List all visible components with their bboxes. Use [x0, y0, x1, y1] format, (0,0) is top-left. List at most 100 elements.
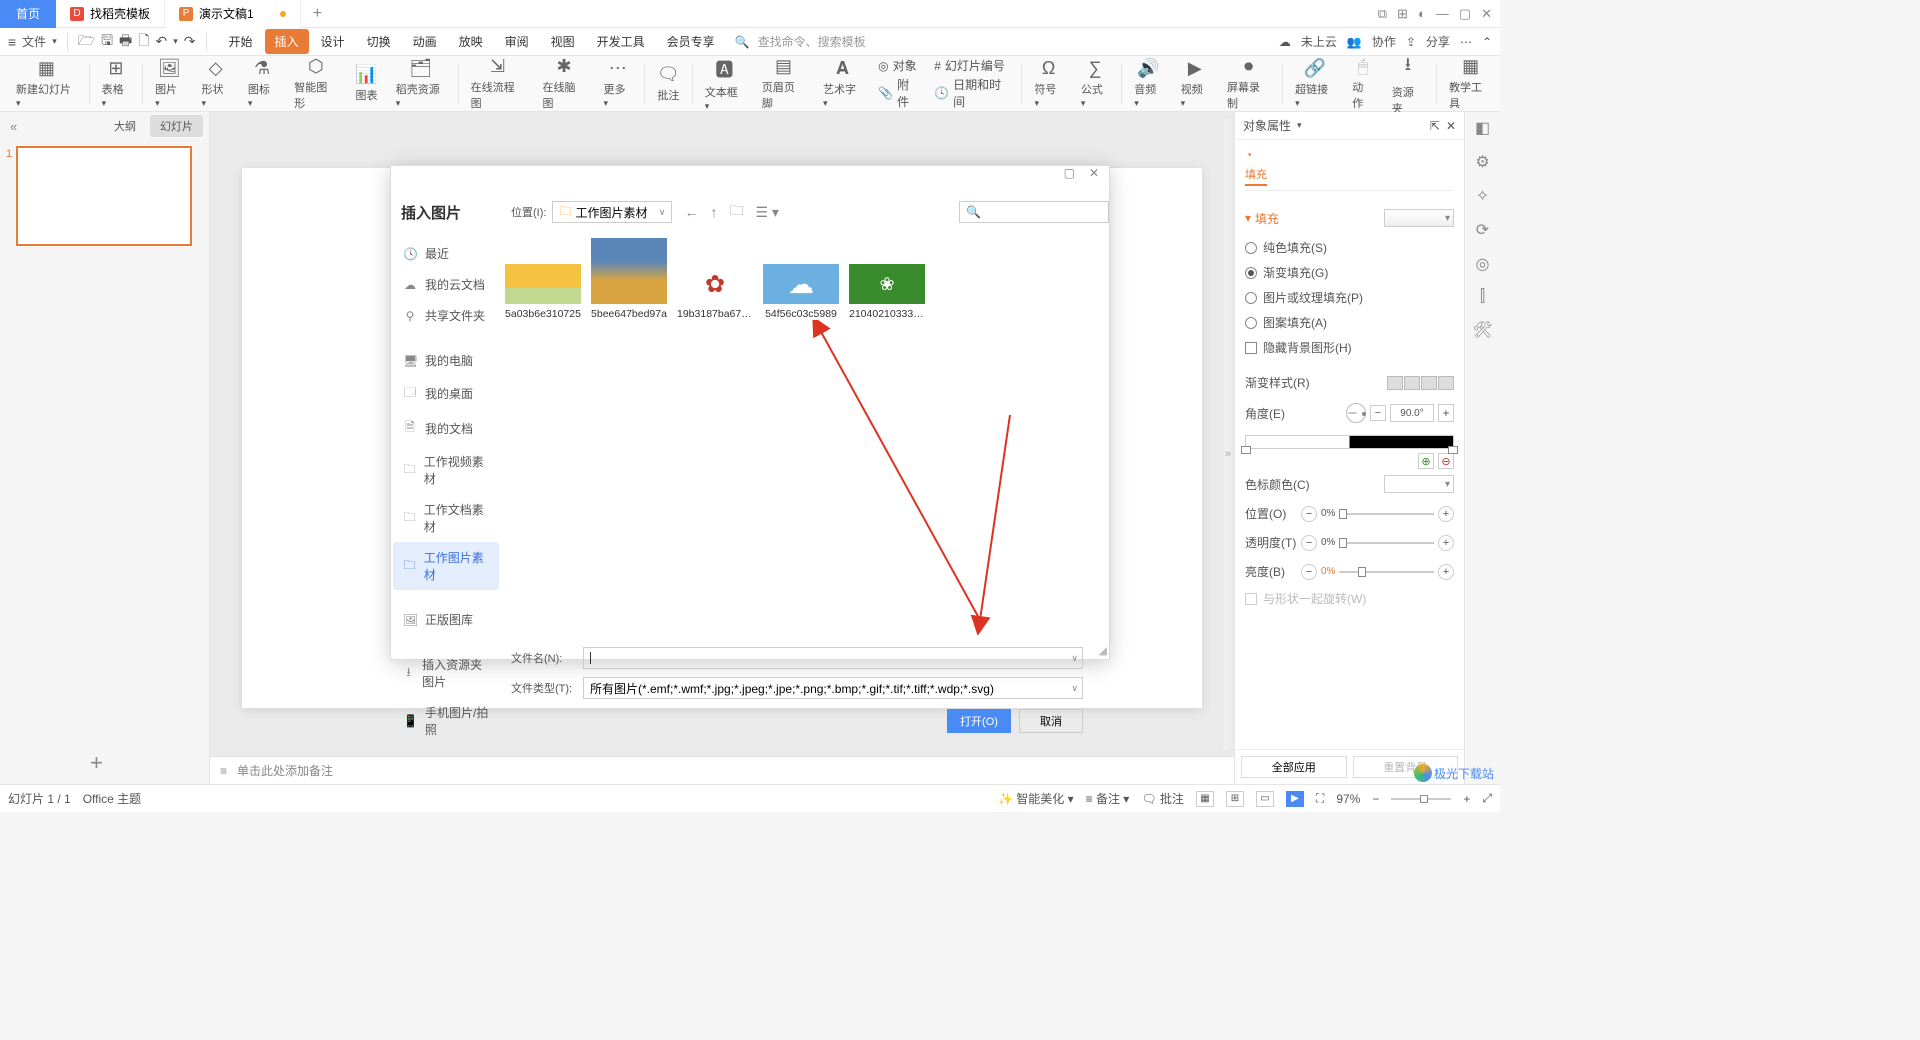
side-pc[interactable]: 🖥我的电脑: [393, 345, 499, 376]
zoom-value[interactable]: 97%: [1336, 792, 1360, 806]
side-textdoc[interactable]: 🗀工作文档素材: [393, 494, 499, 542]
slide-thumbnail[interactable]: [16, 146, 192, 246]
tool-icon[interactable]: 🛠: [1472, 320, 1492, 340]
view-sorter[interactable]: ⊞: [1226, 791, 1244, 807]
user-icon[interactable]: ◐: [1418, 6, 1426, 21]
angle-plus[interactable]: +: [1438, 404, 1454, 422]
rib-chart[interactable]: 📊图表: [347, 62, 385, 105]
rib-more[interactable]: ⋯更多: [596, 56, 640, 111]
newfolder-icon[interactable]: 🗀: [729, 200, 743, 224]
search-icon[interactable]: 🔍: [735, 35, 750, 49]
collab-icon[interactable]: 👥: [1347, 35, 1362, 49]
pos-plus[interactable]: +: [1438, 506, 1454, 522]
side-docs[interactable]: 🗎我的文档: [393, 411, 499, 446]
side-desktop[interactable]: 🗔我的桌面: [393, 376, 499, 411]
rib-flowchart[interactable]: ⇲在线流程图: [463, 54, 533, 113]
preview-icon[interactable]: 🗋: [138, 30, 149, 54]
close-icon[interactable]: ✕: [1481, 6, 1492, 22]
scrollbar[interactable]: [1223, 118, 1231, 750]
file-item[interactable]: 5bee647bed97a: [591, 238, 667, 639]
rib-wordart[interactable]: 𝐀艺术字: [815, 56, 870, 111]
menu-tab-view[interactable]: 视图: [541, 29, 585, 54]
angle-minus[interactable]: −: [1370, 405, 1386, 421]
dialog-minimize-icon[interactable]: ▢: [1064, 166, 1075, 180]
gradient-track[interactable]: [1245, 435, 1454, 449]
open-button[interactable]: 打开(O): [947, 709, 1011, 733]
chevron-up-icon[interactable]: ⌃: [1482, 35, 1492, 49]
pos-minus[interactable]: −: [1301, 506, 1317, 522]
apply-all-button[interactable]: 全部应用: [1241, 756, 1347, 778]
star-icon[interactable]: ✧: [1476, 186, 1489, 206]
fit-button[interactable]: ⛶: [1316, 791, 1324, 806]
bright-plus[interactable]: +: [1438, 564, 1454, 580]
pos-slider[interactable]: [1339, 508, 1434, 520]
bright-slider[interactable]: [1339, 566, 1434, 578]
rib-audio[interactable]: 🔊音频: [1126, 56, 1170, 111]
menu-tab-start[interactable]: 开始: [219, 29, 263, 54]
side-resfolder[interactable]: ⭳插入资源夹图片: [393, 649, 499, 697]
collapse-icon[interactable]: «: [6, 119, 17, 134]
side-imgdoc[interactable]: 🗀工作图片素材: [393, 542, 499, 590]
slides-tab[interactable]: 幻灯片: [150, 115, 203, 137]
refresh-icon[interactable]: ⟳: [1476, 220, 1489, 240]
notes-text[interactable]: 单击此处添加备注: [237, 762, 333, 779]
open-icon[interactable]: 🗁: [78, 30, 95, 54]
grad-style-buttons[interactable]: [1387, 376, 1454, 390]
filetype-select[interactable]: 所有图片(*.emf;*.wmf;*.jpg;*.jpeg;*.jpe;*.pn…: [583, 677, 1083, 699]
tab-templates[interactable]: D 找稻壳模板: [56, 0, 165, 28]
radio-solid[interactable]: 纯色填充(S): [1245, 235, 1454, 260]
target-icon[interactable]: ◎: [1476, 254, 1490, 274]
search-placeholder[interactable]: 查找命令、搜索模板: [758, 33, 866, 50]
rib-teaching[interactable]: ▦教学工具: [1441, 54, 1500, 113]
more-icon[interactable]: ⋯: [1460, 35, 1472, 49]
notes-button[interactable]: ≡ 备注 ▾: [1086, 790, 1130, 807]
comments-button[interactable]: 🗨 批注: [1141, 790, 1184, 807]
side-phone[interactable]: 📱手机图片/拍照: [393, 697, 499, 745]
zoom-out[interactable]: −: [1372, 792, 1379, 806]
fill-section-title[interactable]: 填充: [1255, 210, 1279, 227]
viewmode-icon[interactable]: ☰ ▾: [755, 204, 778, 221]
dialog-close-icon[interactable]: ✕: [1089, 166, 1099, 180]
menu-tab-slideshow[interactable]: 放映: [449, 29, 493, 54]
dialog-search[interactable]: 🔍: [959, 201, 1109, 223]
rib-datetime[interactable]: 🕓日期和时间: [934, 76, 1011, 110]
side-share[interactable]: ⚲共享文件夹: [393, 300, 499, 331]
rib-icon[interactable]: ⚗图标: [240, 56, 284, 111]
rib-image[interactable]: 🖼图片: [147, 56, 191, 111]
pin-icon[interactable]: ⇱: [1430, 119, 1440, 133]
new-tab-button[interactable]: +: [301, 5, 334, 23]
up-icon[interactable]: ↑: [710, 204, 717, 220]
layout-icon[interactable]: ⧉: [1378, 6, 1387, 22]
rib-mindmap[interactable]: ✱在线脑图: [534, 54, 593, 113]
menu-tab-review[interactable]: 审阅: [495, 29, 539, 54]
file-item[interactable]: 54f56c03c5989: [763, 264, 839, 639]
rib-smartart[interactable]: ⬡智能图形: [286, 54, 345, 113]
fill-preset-select[interactable]: ▾: [1384, 209, 1454, 227]
rib-attach[interactable]: 📎附件: [878, 76, 920, 110]
rib-new-slide[interactable]: ▦新建幻灯片: [8, 56, 85, 111]
side-recent[interactable]: 🕓最近: [393, 238, 499, 269]
menu-icon[interactable]: ≡: [8, 34, 16, 50]
redo-icon[interactable]: ↷: [184, 33, 196, 50]
view-reading[interactable]: ▭: [1256, 791, 1274, 807]
rib-textbox[interactable]: 🅰文本框: [697, 54, 752, 114]
zoom-in[interactable]: +: [1463, 792, 1470, 806]
cloud-icon[interactable]: ☁: [1279, 35, 1291, 49]
rib-object[interactable]: ◎对象: [878, 57, 920, 74]
undo-icon[interactable]: ↶: [156, 33, 168, 50]
rib-comment[interactable]: 🗨批注: [649, 62, 688, 105]
menu-tab-devtools[interactable]: 开发工具: [587, 29, 655, 54]
rib-headerfooter[interactable]: ▤页眉页脚: [754, 54, 813, 113]
apps-icon[interactable]: ⊞: [1397, 6, 1408, 22]
stopcolor-select[interactable]: ▾: [1384, 475, 1454, 493]
tab-home[interactable]: 首页: [0, 0, 56, 28]
view-play[interactable]: ▶: [1286, 791, 1304, 807]
panel-close-icon[interactable]: ✕: [1446, 119, 1456, 133]
side-gallery[interactable]: 🖼正版图库: [393, 604, 499, 635]
angle-dial[interactable]: [1346, 403, 1366, 423]
prop-icon[interactable]: ◧: [1475, 118, 1490, 138]
rib-symbol[interactable]: Ω符号: [1026, 56, 1070, 111]
file-item[interactable]: 19b3187ba671...: [677, 264, 753, 639]
menu-tab-animation[interactable]: 动画: [403, 29, 447, 54]
rib-screenrec[interactable]: ⏺屏幕录制: [1219, 54, 1278, 113]
